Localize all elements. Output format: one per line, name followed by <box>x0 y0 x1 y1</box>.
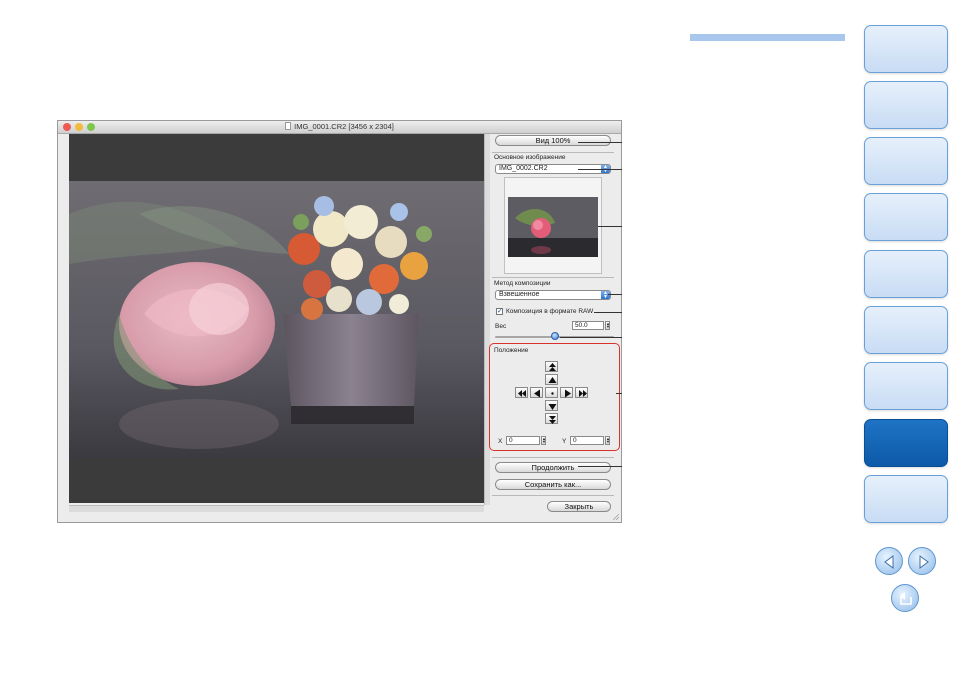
raw-compose-label: Композиция в формате RAW <box>506 308 594 315</box>
weight-input[interactable]: 50.0 <box>572 321 604 330</box>
return-icon <box>900 592 912 605</box>
position-group: Положение X 0 ▲ ▼ Y 0 ▲ ▼ <box>489 343 620 451</box>
thumbnail-photo <box>508 197 598 257</box>
callout-line <box>594 312 622 313</box>
save-as-button[interactable]: Сохранить как... <box>495 479 611 490</box>
y-offset-stepper[interactable]: ▲ ▼ <box>605 436 610 445</box>
composition-method-value: Взвешенное <box>499 291 540 298</box>
separator <box>492 457 614 458</box>
callout-line <box>616 393 622 394</box>
document-icon <box>285 122 292 130</box>
arrow-up-icon <box>548 377 557 383</box>
composite-photo <box>69 134 484 503</box>
manual-tab-3[interactable] <box>864 137 948 185</box>
base-image-value: IMG_0002.CR2 <box>499 165 548 172</box>
double-arrow-down-icon <box>549 416 556 424</box>
callout-line <box>578 142 622 143</box>
manual-tab-4[interactable] <box>864 193 948 241</box>
base-image-thumbnail <box>504 177 602 274</box>
move-right-button[interactable] <box>560 387 573 398</box>
separator <box>492 277 614 278</box>
move-bottom-button[interactable] <box>545 413 558 424</box>
return-button[interactable] <box>891 584 919 612</box>
chevron-updown-icon: ▲ ▼ <box>601 291 610 300</box>
manual-tab-2[interactable] <box>864 81 948 129</box>
callout-line <box>578 169 622 170</box>
x-offset-input[interactable]: 0 <box>506 436 540 445</box>
center-dot-icon <box>551 392 554 395</box>
move-down-button[interactable] <box>545 400 558 411</box>
position-label: Положение <box>494 347 529 354</box>
manual-tab-1[interactable] <box>864 25 948 73</box>
separator <box>492 152 614 153</box>
move-left-button[interactable] <box>530 387 543 398</box>
manual-tab-6[interactable] <box>864 306 948 354</box>
composition-method-select[interactable]: Взвешенное ▲ ▼ <box>495 290 611 300</box>
manual-tab-8-active[interactable] <box>864 419 948 467</box>
x-label: X <box>498 438 503 445</box>
y-offset-input[interactable]: 0 <box>570 436 604 445</box>
weight-label: Вес <box>495 323 507 330</box>
double-arrow-right-icon <box>579 390 587 397</box>
x-offset-stepper[interactable]: ▲ ▼ <box>541 436 546 445</box>
view-100-button[interactable]: Вид 100% <box>495 135 611 146</box>
manual-tab-5[interactable] <box>864 250 948 298</box>
vertical-scrollbar[interactable] <box>484 134 490 505</box>
move-far-left-button[interactable] <box>515 387 528 398</box>
separator <box>492 495 614 496</box>
raw-compose-checkbox[interactable]: ✓ <box>496 308 503 315</box>
header-stripe <box>690 34 845 41</box>
manual-tab-9[interactable] <box>864 475 948 523</box>
arrow-down-icon <box>548 404 557 410</box>
arrow-left-icon <box>534 389 540 398</box>
base-image-label: Основное изображение <box>494 154 566 161</box>
composite-preview-canvas[interactable] <box>69 134 484 503</box>
move-top-button[interactable] <box>545 361 558 372</box>
next-page-icon <box>919 555 929 569</box>
manual-tab-7[interactable] <box>864 362 948 410</box>
prev-page-icon <box>884 555 894 569</box>
callout-line <box>560 337 622 338</box>
resize-grip-icon[interactable] <box>613 514 619 520</box>
double-arrow-left-icon <box>518 390 526 397</box>
weight-stepper[interactable]: ▲ ▼ <box>605 321 610 330</box>
move-far-right-button[interactable] <box>575 387 588 398</box>
next-page-button[interactable] <box>908 547 936 575</box>
close-button[interactable]: Закрыть <box>547 501 611 512</box>
move-up-button[interactable] <box>545 374 558 385</box>
arrow-right-icon <box>565 389 571 398</box>
method-label: Метод композиции <box>494 280 551 287</box>
horizontal-scrollbar[interactable] <box>69 505 484 512</box>
callout-line <box>578 466 622 467</box>
weight-slider-knob[interactable] <box>550 332 559 340</box>
image-composition-window: IMG_0001.CR2 [3456 x 2304] Вид 100% Осно… <box>57 120 622 523</box>
window-titlebar: IMG_0001.CR2 [3456 x 2304] <box>58 121 621 134</box>
y-label: Y <box>562 438 567 445</box>
callout-line <box>598 226 622 227</box>
window-title: IMG_0001.CR2 [3456 x 2304] <box>58 122 621 131</box>
continue-button[interactable]: Продолжить <box>495 462 611 473</box>
callout-line <box>608 294 622 295</box>
center-button[interactable] <box>545 387 558 398</box>
double-arrow-up-icon <box>549 363 556 371</box>
prev-page-button[interactable] <box>875 547 903 575</box>
